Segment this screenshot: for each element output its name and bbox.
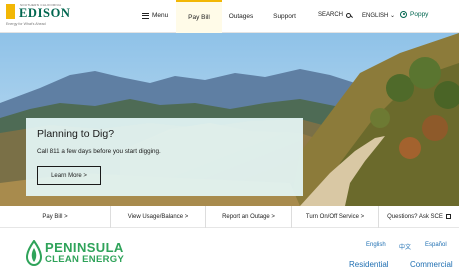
lang-link-english[interactable]: English — [366, 242, 386, 248]
external-link-icon — [445, 214, 451, 219]
menu-button[interactable]: Menu — [142, 12, 168, 19]
quick-link-label: Pay Bill > — [42, 213, 68, 220]
quick-link-view-usage[interactable]: View Usage/Balance > — [111, 205, 206, 228]
quick-link-turn-on-off[interactable]: Turn On/Off Service > — [292, 205, 379, 228]
tab-support[interactable]: Support — [262, 0, 307, 33]
pce-name-line2: CLEAN ENERGY — [45, 254, 125, 265]
logo-name: EDISON — [19, 6, 71, 20]
peninsula-clean-energy-logo[interactable]: PENINSULA CLEAN ENERGY — [26, 240, 146, 270]
search-label: SEARCH — [318, 12, 344, 18]
lang-link-chinese[interactable]: 中文 — [399, 242, 411, 251]
pce-name-line1: PENINSULA — [45, 240, 124, 255]
nav-residential[interactable]: Residential — [349, 260, 389, 269]
user-account[interactable]: Poppy — [400, 11, 428, 18]
menu-label: Menu — [152, 12, 169, 19]
quick-link-label: Report an Outage > — [222, 213, 275, 220]
sce-logo[interactable]: SOUTHERN CALIFORNIA EDISON Energy for Wh… — [6, 3, 98, 31]
quick-links-bar: Pay Bill > View Usage/Balance > Report a… — [0, 205, 459, 228]
tab-outages[interactable]: Outages — [222, 0, 260, 33]
hero-callout: Planning to Dig? Call 811 a few days bef… — [26, 118, 303, 196]
logo-square — [6, 4, 15, 19]
callout-title: Planning to Dig? — [37, 128, 115, 140]
tab-pay-bill[interactable]: Pay Bill — [176, 0, 222, 33]
quick-link-pay-bill[interactable]: Pay Bill > — [0, 205, 111, 228]
leaf-drop-icon — [26, 240, 42, 266]
search-button[interactable]: SEARCH — [318, 12, 352, 18]
quick-link-report-outage[interactable]: Report an Outage > — [206, 205, 292, 228]
search-icon — [346, 12, 352, 18]
hamburger-icon — [142, 12, 149, 19]
logo-tagline: Energy for What's Ahead — [6, 22, 46, 26]
quick-link-questions[interactable]: Questions? Ask SCE — [379, 206, 459, 228]
nav-commercial[interactable]: Commercial — [410, 260, 453, 269]
learn-more-button[interactable]: Learn More > — [37, 166, 101, 185]
lang-link-spanish[interactable]: Español — [425, 242, 447, 248]
quick-link-label: View Usage/Balance > — [127, 213, 189, 220]
quick-link-label: Turn On/Off Service > — [305, 213, 365, 220]
tab-label: Outages — [228, 13, 254, 20]
quick-link-label: Questions? Ask SCE — [387, 213, 443, 220]
site-header: SOUTHERN CALIFORNIA EDISON Energy for Wh… — [0, 0, 459, 33]
chevron-down-icon: ⌄ — [390, 13, 396, 19]
callout-text: Call 811 a few days before you start dig… — [37, 148, 161, 155]
language-label: ENGLISH — [362, 13, 389, 19]
language-select[interactable]: ENGLISH ⌄ — [362, 12, 395, 19]
user-name: Poppy — [410, 11, 429, 18]
tab-label: Pay Bill — [188, 14, 210, 21]
tab-label: Support — [273, 13, 296, 20]
user-icon — [400, 11, 407, 18]
